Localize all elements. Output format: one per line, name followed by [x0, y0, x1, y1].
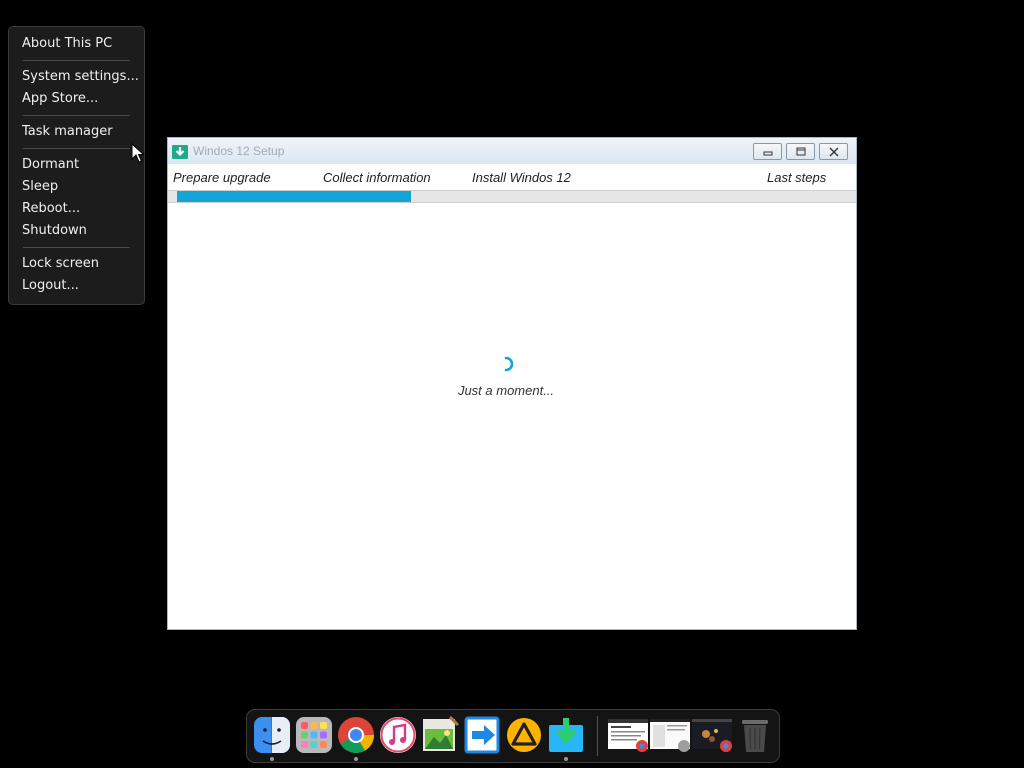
- loading-spinner-icon: [504, 356, 514, 372]
- status-text: Just a moment...: [457, 383, 555, 398]
- menu-separator: [23, 148, 130, 149]
- minimize-button[interactable]: [753, 143, 782, 160]
- menu-separator: [23, 247, 130, 248]
- menu-item-system-settings[interactable]: System settings...: [9, 66, 144, 88]
- menu-item-logout[interactable]: Logout...: [9, 275, 144, 297]
- finder-icon[interactable]: [252, 715, 292, 755]
- step-last-steps: Last steps: [767, 170, 827, 185]
- menu-item-shutdown[interactable]: Shutdown: [9, 220, 144, 242]
- menu-item-app-store[interactable]: App Store...: [9, 88, 144, 110]
- running-indicator: [564, 757, 568, 761]
- aimp-icon[interactable]: [504, 715, 544, 755]
- menu-item-about[interactable]: About This PC: [9, 33, 144, 55]
- itunes-icon[interactable]: [378, 715, 418, 755]
- setup-window: Windos 12 Setup Prepare upgrade Collect …: [167, 137, 857, 630]
- setup-app-icon: [172, 145, 188, 159]
- running-indicator: [354, 757, 358, 761]
- chrome-window-thumbnail[interactable]: [608, 717, 648, 753]
- menu-item-task-manager[interactable]: Task manager: [9, 121, 144, 143]
- apple-menu: About This PC System settings... App Sto…: [8, 26, 145, 305]
- step-install: Install Windos 12: [472, 170, 571, 185]
- chrome-icon[interactable]: [336, 715, 376, 755]
- trash-icon[interactable]: [735, 715, 775, 755]
- launchpad-icon[interactable]: [294, 715, 334, 755]
- close-icon: [829, 147, 839, 157]
- window-title: Windos 12 Setup: [193, 144, 285, 158]
- close-button[interactable]: [819, 143, 848, 160]
- migration-icon[interactable]: [462, 715, 502, 755]
- setup-icon[interactable]: [546, 715, 586, 755]
- menu-separator: [23, 115, 130, 116]
- menu-item-lock-screen[interactable]: Lock screen: [9, 253, 144, 275]
- menu-item-dormant[interactable]: Dormant: [9, 154, 144, 176]
- menu-item-reboot[interactable]: Reboot...: [9, 198, 144, 220]
- maximize-button[interactable]: [786, 143, 815, 160]
- doc-window-thumbnail[interactable]: [650, 717, 690, 753]
- step-collect-information: Collect information: [323, 170, 431, 185]
- mouse-cursor-icon: [131, 143, 145, 163]
- dock: [246, 709, 780, 763]
- window-titlebar[interactable]: Windos 12 Setup: [168, 138, 856, 164]
- menu-item-sleep[interactable]: Sleep: [9, 176, 144, 198]
- maximize-icon: [796, 147, 806, 156]
- step-prepare-upgrade: Prepare upgrade: [173, 170, 271, 185]
- setup-progress-bar: [168, 190, 856, 203]
- running-indicator: [270, 757, 274, 761]
- setup-steps: Prepare upgrade Collect information Inst…: [168, 164, 856, 190]
- progress-fill: [177, 191, 411, 202]
- photo-window-thumbnail[interactable]: [692, 717, 732, 753]
- minimize-icon: [763, 151, 773, 156]
- menu-separator: [23, 60, 130, 61]
- image-editor-icon[interactable]: [420, 715, 460, 755]
- dock-separator: [597, 716, 598, 756]
